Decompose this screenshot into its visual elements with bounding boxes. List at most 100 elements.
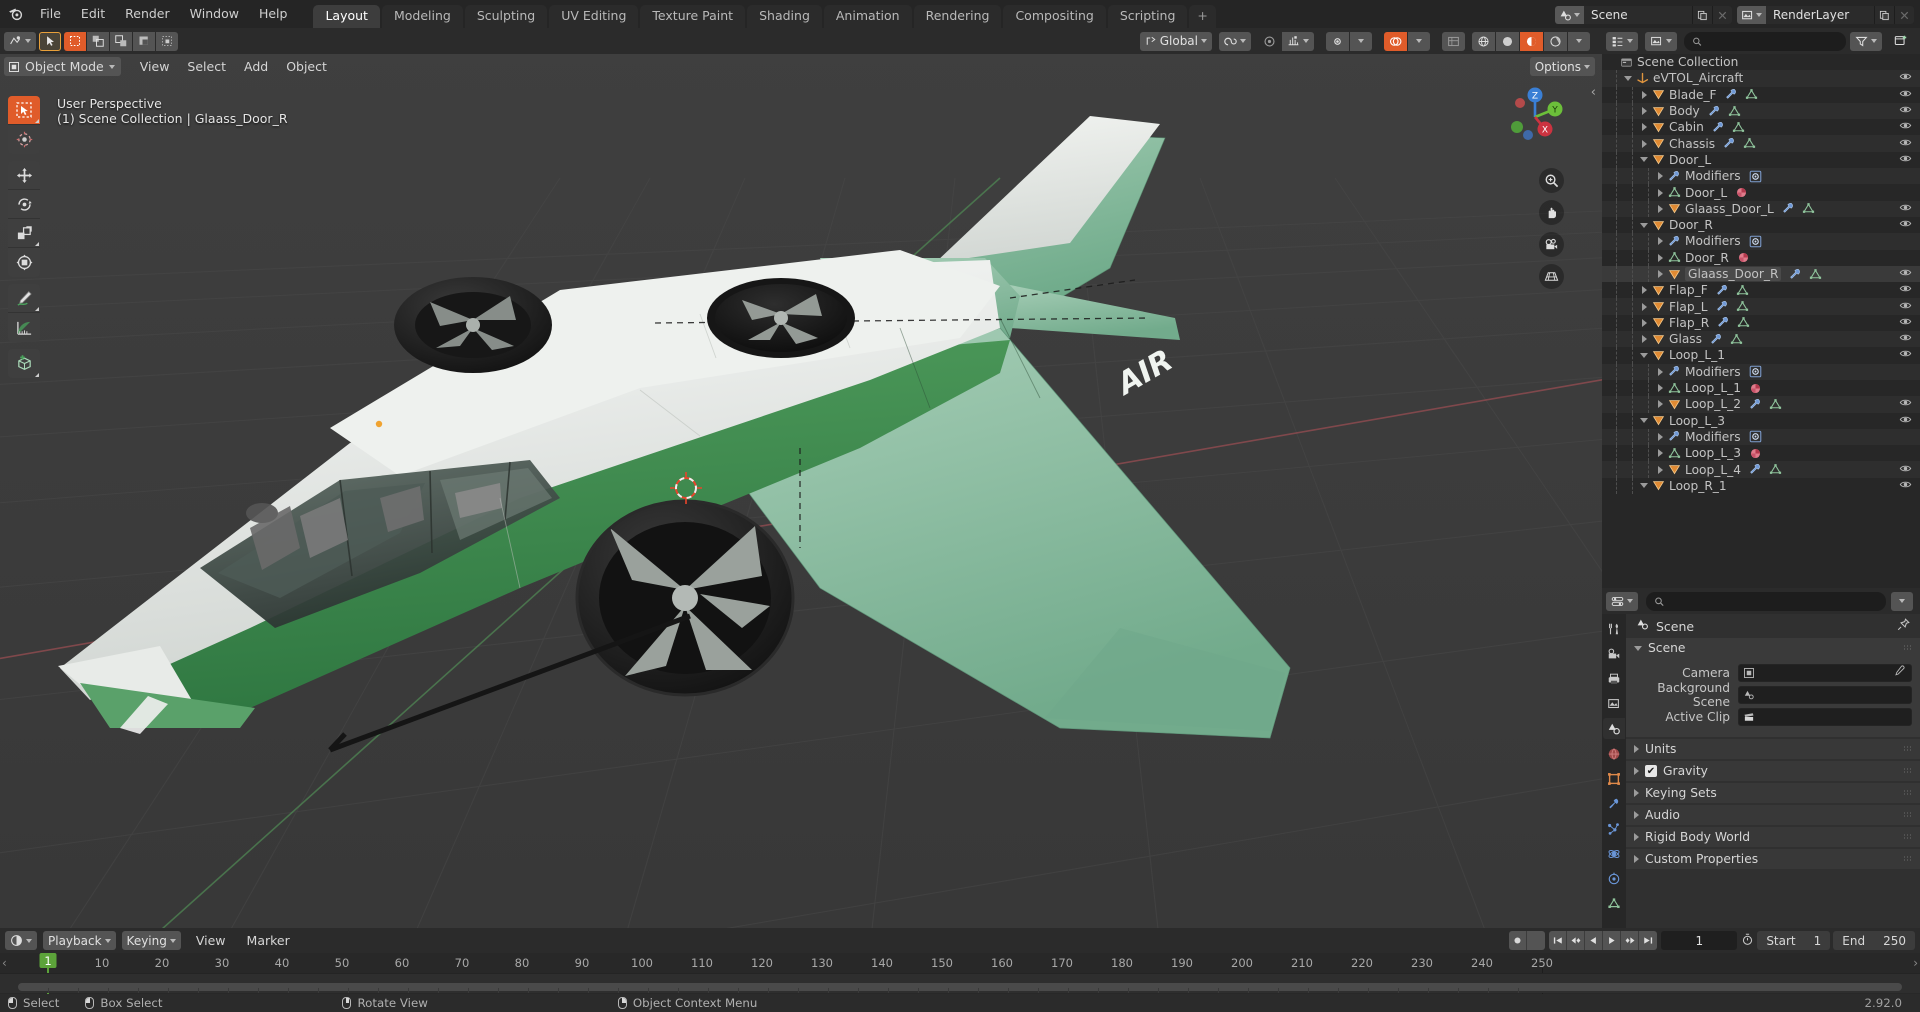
menu-file[interactable]: File [30, 4, 71, 23]
new-viewlayer-button[interactable] [1874, 6, 1894, 24]
timeline-scroll-left-arrow[interactable]: ‹ [2, 956, 7, 970]
solid-shading-button[interactable] [1496, 31, 1519, 51]
viewport-menu-add[interactable]: Add [235, 57, 277, 76]
tab-object[interactable] [1603, 768, 1625, 789]
tab-shading[interactable]: Shading [747, 5, 822, 28]
outliner-search-input[interactable] [1706, 34, 1838, 48]
viewport-menu-select[interactable]: Select [178, 57, 235, 76]
visibility-eye-icon[interactable] [1899, 331, 1912, 347]
material-icon[interactable] [1736, 251, 1751, 264]
outliner-item-label[interactable]: Blade_F [1669, 88, 1717, 102]
material-preview-button[interactable] [1520, 31, 1543, 51]
menu-window[interactable]: Window [180, 4, 249, 23]
gizmo-options-dropdown[interactable] [1350, 31, 1372, 51]
timeline-editor-type-button[interactable] [5, 931, 37, 950]
tab-world[interactable] [1603, 743, 1625, 764]
tab-tool[interactable] [1603, 618, 1625, 639]
menu-render[interactable]: Render [115, 4, 180, 23]
scene-icon[interactable] [1555, 6, 1584, 24]
viewport-menu-view[interactable]: View [131, 57, 179, 76]
outliner-item-label[interactable]: Flap_F [1669, 283, 1708, 297]
viewport-menu-object[interactable]: Object [277, 57, 336, 76]
visibility-eye-icon[interactable] [1899, 282, 1912, 298]
cursor-tool-button[interactable] [39, 31, 61, 51]
disclosure-closed-icon[interactable] [1654, 400, 1666, 409]
remove-viewlayer-button[interactable]: ✕ [1894, 6, 1914, 24]
tool-rotate[interactable] [8, 190, 40, 219]
outliner-row[interactable]: Flap_R [1602, 314, 1920, 332]
outliner-item-label[interactable]: Loop_R_1 [1669, 479, 1727, 493]
outliner-row[interactable]: Body [1602, 102, 1920, 120]
tab-sculpting[interactable]: Sculpting [464, 5, 548, 28]
properties-editor-type-button[interactable] [1606, 591, 1638, 611]
tab-physics[interactable] [1603, 843, 1625, 864]
add-workspace-button[interactable]: + [1189, 5, 1216, 28]
keying-options-dropdown[interactable] [1527, 931, 1545, 950]
outliner-row[interactable]: Door_L [1602, 151, 1920, 169]
mesh-data-icon[interactable] [1768, 398, 1783, 411]
proportional-falloff-dropdown[interactable] [1282, 31, 1314, 51]
outliner-row[interactable]: Chassis [1602, 135, 1920, 152]
tab-scripting[interactable]: Scripting [1107, 5, 1188, 28]
disclosure-closed-icon[interactable] [1638, 123, 1650, 132]
options-dropdown[interactable]: Options [1529, 57, 1595, 76]
mesh-data-icon[interactable] [1735, 300, 1750, 313]
visibility-eye-icon[interactable] [1899, 347, 1912, 363]
panel-header-keying-sets[interactable]: Keying Sets [1626, 783, 1920, 803]
visibility-eye-icon[interactable] [1899, 413, 1912, 429]
mesh-data-icon[interactable] [1801, 202, 1816, 215]
modifier-icon[interactable] [1711, 121, 1726, 134]
zoom-view-icon[interactable] [1539, 168, 1564, 193]
panel-header-audio[interactable]: Audio [1626, 805, 1920, 825]
select-invert-button[interactable] [133, 31, 155, 51]
jump-to-next-keyframe-button[interactable] [1621, 931, 1640, 950]
disclosure-closed-icon[interactable] [1638, 302, 1650, 311]
mesh-data-icon[interactable] [1729, 333, 1744, 346]
outliner-item-label[interactable]: Door_R [1685, 251, 1729, 265]
outliner-tree[interactable]: Scene Collection eVTOL_Aircraft Blade_F Bod… [1602, 54, 1920, 588]
jump-to-start-button[interactable] [1549, 931, 1568, 950]
mirror-modifier-icon[interactable] [1748, 365, 1763, 378]
editor-type-button[interactable] [4, 31, 36, 51]
disclosure-closed-icon[interactable] [1638, 107, 1650, 116]
outliner-item-label[interactable]: Modifiers [1685, 365, 1741, 379]
panel-header-units[interactable]: Units [1626, 739, 1920, 759]
tool-move[interactable] [8, 161, 40, 190]
outliner-row[interactable]: Door_L [1602, 184, 1920, 201]
outliner-row[interactable]: Loop_L_1 [1602, 379, 1920, 397]
mirror-modifier-icon[interactable] [1748, 430, 1763, 443]
outliner-row[interactable]: Glaass_Door_R [1602, 265, 1920, 283]
tab-animation[interactable]: Animation [823, 5, 912, 28]
outliner-filter-dropdown[interactable] [1850, 31, 1882, 51]
mesh-data-icon[interactable] [1742, 137, 1757, 150]
disclosure-closed-icon[interactable] [1654, 172, 1666, 181]
current-frame-field[interactable]: 1 [1661, 931, 1738, 950]
disclosure-closed-icon[interactable] [1638, 335, 1650, 344]
outliner-item-label[interactable]: Cabin [1669, 120, 1704, 134]
playback-dropdown[interactable]: Playback [43, 931, 116, 950]
outliner-item-label[interactable]: Loop_L_3 [1685, 446, 1741, 460]
view-axis-gizmo[interactable]: Z Y X [1496, 78, 1574, 156]
mesh-data-icon[interactable] [1727, 105, 1742, 118]
outliner-item-label[interactable]: eVTOL_Aircraft [1653, 71, 1743, 85]
camera-field[interactable] [1738, 663, 1912, 682]
disclosure-closed-icon[interactable] [1654, 465, 1666, 474]
outliner-new-collection-button[interactable] [1889, 32, 1913, 51]
proportional-edit-toggle[interactable] [1258, 32, 1281, 51]
disclosure-open-icon[interactable] [1638, 418, 1650, 424]
material-icon[interactable] [1734, 186, 1749, 199]
outliner-display-mode-dropdown[interactable] [1645, 31, 1677, 51]
visibility-eye-icon[interactable] [1899, 266, 1912, 282]
disclosure-open-icon[interactable] [1638, 483, 1650, 489]
tool-scale[interactable] [8, 219, 40, 248]
viewlayer-selector[interactable]: RenderLayer ✕ [1737, 6, 1914, 24]
toggle-orthographic-icon[interactable] [1539, 264, 1564, 289]
disclosure-closed-icon[interactable] [1654, 204, 1666, 213]
disclosure-closed-icon[interactable] [1638, 90, 1650, 99]
outliner-row[interactable]: Flap_L [1602, 298, 1920, 315]
disclosure-closed-icon[interactable] [1654, 237, 1666, 246]
tab-modifiers[interactable] [1603, 793, 1625, 814]
outliner-row[interactable]: Modifiers [1602, 428, 1920, 446]
sidebar-collapse-arrow[interactable]: ‹ [1591, 85, 1596, 100]
outliner-item-label[interactable]: Loop_L_1 [1669, 348, 1725, 362]
